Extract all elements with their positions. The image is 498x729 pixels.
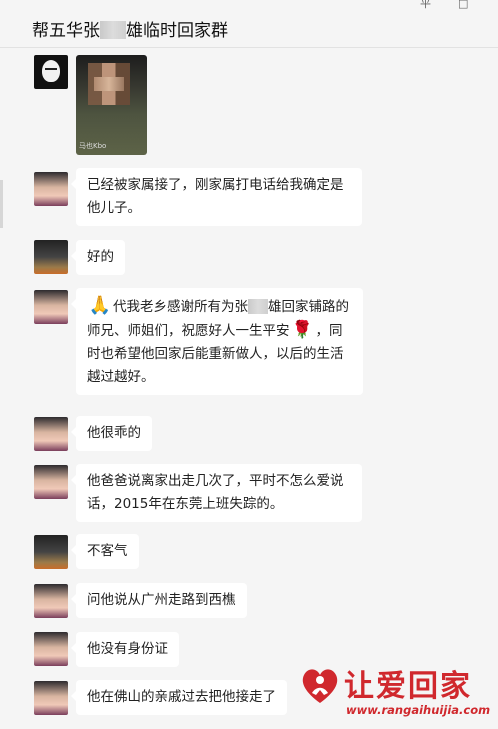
chat-title-part1: 帮五华张	[32, 21, 100, 41]
message-bubble[interactable]: 不客气	[71, 534, 139, 569]
praying-hands-icon: 🙏	[88, 295, 112, 316]
message-line: 师兄、师姐们，祝愿好人一生平安 🌹 ，同	[87, 319, 352, 343]
logo-url: www.rangaihuijia.com	[346, 703, 491, 717]
avatar[interactable]	[34, 465, 68, 499]
restore-icon[interactable]: 平	[420, 0, 431, 10]
rose-icon: 🌹	[291, 320, 314, 340]
message-bubble[interactable]: 他很乖的	[71, 416, 152, 451]
message-line: 越过越好。	[87, 369, 155, 385]
message-line: 时也希望他回家后能重新做人，以后的生活	[87, 346, 344, 362]
message-bubble[interactable]: 问他说从广州走路到西樵	[71, 583, 247, 618]
avatar[interactable]	[34, 632, 68, 666]
message-text: 好的	[87, 249, 114, 265]
chat-title: 帮五华张 雄临时回家群	[32, 16, 228, 41]
redacted-name-block	[100, 21, 126, 39]
avatar[interactable]	[34, 55, 68, 89]
message-bubble[interactable]: 已经被家属接了，刚家属打电话给我确定是 他儿子。	[71, 168, 362, 226]
chat-title-part2: 雄临时回家群	[126, 21, 228, 41]
title-bar: 帮五华张 雄临时回家群 平 □	[0, 0, 498, 48]
avatar[interactable]	[34, 681, 68, 715]
scrollbar[interactable]	[0, 180, 3, 228]
chat-window: 帮五华张 雄临时回家群 平 □ 马也Kbo 已经被家属接了，刚家属打电话给我确定是…	[0, 0, 498, 729]
close-icon[interactable]: □	[458, 0, 468, 10]
mask-icon	[42, 60, 60, 82]
message-text: 问他说从广州走路到西樵	[87, 592, 236, 608]
avatar[interactable]	[34, 240, 68, 274]
message-line: 🙏 代我老乡感谢所有为张 雄回家铺路的	[87, 294, 352, 319]
message-fragment: 雄回家铺路的	[268, 299, 349, 315]
logo-text: 让爱回家	[344, 669, 472, 704]
message-fragment: 代我老乡感谢所有为张	[113, 299, 248, 315]
heart-logo-icon	[302, 669, 338, 703]
rangaihuijia-logo: 让爱回家 www.rangaihuijia.com	[298, 661, 494, 725]
message-fragment: 师兄、师姐们，祝愿好人一生平安	[87, 323, 290, 339]
pixelated-face-detail	[94, 77, 124, 91]
message-bubble[interactable]: 他在佛山的亲戚过去把他接走了	[71, 680, 287, 715]
avatar[interactable]	[34, 290, 68, 324]
avatar[interactable]	[34, 535, 68, 569]
message-line: 他儿子。	[87, 200, 141, 216]
mask-eyes	[45, 68, 57, 70]
avatar[interactable]	[34, 172, 68, 206]
message-text: 他在佛山的亲戚过去把他接走了	[87, 689, 276, 705]
message-line: 已经被家属接了，刚家属打电话给我确定是	[87, 177, 344, 193]
chat-photo[interactable]: 马也Kbo	[76, 55, 147, 155]
message-bubble[interactable]: 他爸爸说离家出走几次了，平时不怎么爱说 话，2015年在东莞上班失踪的。	[71, 464, 362, 522]
message-fragment: ，同	[315, 323, 343, 339]
avatar[interactable]	[34, 417, 68, 451]
redacted-name-block	[248, 299, 268, 314]
avatar[interactable]	[34, 584, 68, 618]
photo-watermark: 马也Kbo	[79, 142, 107, 150]
message-text: 不客气	[87, 543, 128, 559]
message-line: 话，2015年在东莞上班失踪的。	[87, 496, 284, 512]
message-bubble[interactable]: 好的	[71, 240, 125, 275]
message-bubble[interactable]: 🙏 代我老乡感谢所有为张 雄回家铺路的 师兄、师姐们，祝愿好人一生平安 🌹 ，同 时也希…	[71, 288, 363, 395]
message-line: 他爸爸说离家出走几次了，平时不怎么爱说	[87, 473, 344, 489]
message-text: 他没有身份证	[87, 641, 168, 657]
message-bubble[interactable]: 他没有身份证	[71, 632, 179, 667]
message-text: 他很乖的	[87, 425, 141, 441]
